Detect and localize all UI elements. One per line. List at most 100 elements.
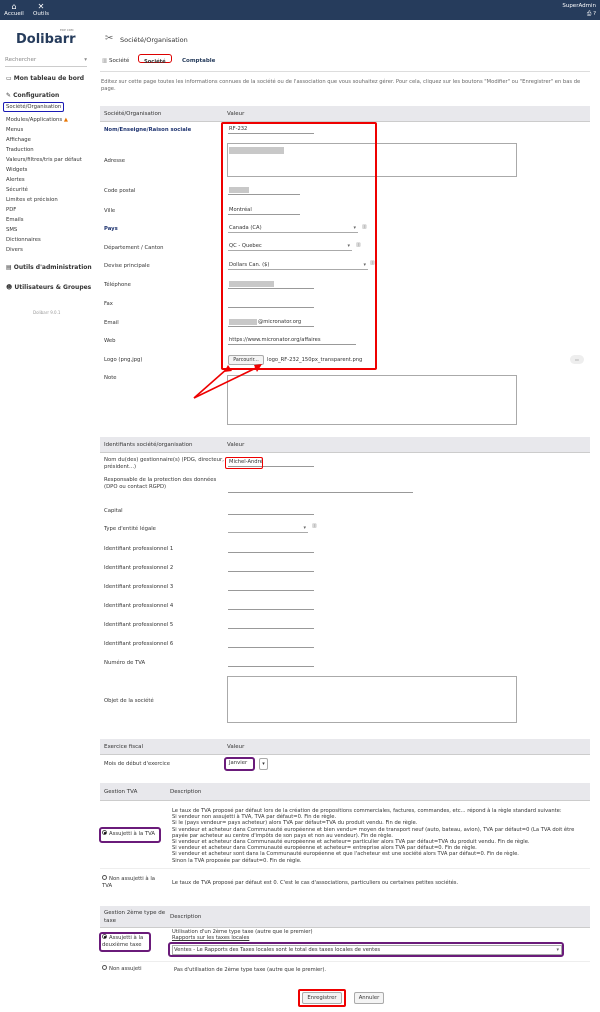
sidebar-item-defaults[interactable]: Valeurs/filtres/tris par défaut bbox=[6, 156, 82, 164]
sidebar-item-widgets[interactable]: Widgets bbox=[6, 166, 27, 174]
address-label: Adresse bbox=[104, 158, 125, 164]
note-label: Note bbox=[104, 375, 117, 381]
sidebar-admin-tools[interactable]: ▤ Outils d'administration bbox=[6, 264, 92, 272]
name-label: Nom/Enseigne/Raison sociale bbox=[104, 127, 192, 133]
vat-table-header: Gestion TVA Description bbox=[100, 783, 590, 801]
warning-icon: ▲ bbox=[63, 117, 68, 123]
object-textarea[interactable] bbox=[227, 676, 517, 723]
annotation-tax2-select-box bbox=[168, 942, 564, 957]
prof-id-2-input[interactable] bbox=[228, 563, 314, 572]
tab-divider bbox=[100, 71, 590, 72]
tax2-subject-desc2: Rapports sur les taxes locales bbox=[172, 935, 250, 941]
help-icon[interactable]: ? bbox=[593, 11, 596, 17]
chevron-down-icon[interactable]: ▾ bbox=[259, 758, 268, 770]
prof-id-6-label: Identifiant professionnel 6 bbox=[104, 641, 174, 647]
fiscal-month-label: Mois de début d'exercice bbox=[104, 761, 170, 767]
vat-number-input[interactable] bbox=[228, 658, 314, 667]
logo: Dolibarr bbox=[16, 32, 76, 47]
sidebar-item-modules[interactable]: Modules/Applications ▲ bbox=[6, 116, 68, 124]
annotation-vat-box bbox=[99, 827, 161, 843]
top-bar: ⌂ Accueil ✕ Outils SuperAdmin ⎙ ? bbox=[0, 0, 600, 20]
sidebar-item-translation[interactable]: Traduction bbox=[6, 146, 34, 154]
sidebar-item-alerts[interactable]: Alertes bbox=[6, 176, 25, 184]
sidebar-item-display[interactable]: Affichage bbox=[6, 136, 31, 144]
search-input[interactable]: Rechercher ▾ bbox=[5, 57, 87, 67]
object-label: Objet de la société bbox=[104, 698, 154, 704]
logo-label: Logo (png,jpg) bbox=[104, 357, 143, 363]
prof-id-6-input[interactable] bbox=[228, 639, 314, 648]
user-name: SuperAdmin bbox=[562, 3, 596, 9]
prof-id-5-label: Identifiant professionnel 5 bbox=[104, 622, 174, 628]
nav-tools[interactable]: ✕ Outils bbox=[29, 2, 53, 19]
note-textarea[interactable] bbox=[227, 375, 517, 425]
currency-label: Devise principale bbox=[104, 263, 150, 269]
tab-company-overview[interactable]: ▥ Société bbox=[102, 58, 129, 64]
prof-id-3-input[interactable] bbox=[228, 582, 314, 591]
zip-label: Code postal bbox=[104, 188, 136, 194]
legal-select[interactable]: ▾ bbox=[228, 524, 308, 533]
sidebar-item-limits[interactable]: Limites et précision bbox=[6, 196, 58, 204]
gdpr-input[interactable] bbox=[228, 484, 413, 493]
monitor-icon: ▭ bbox=[6, 75, 12, 82]
sidebar-item-security[interactable]: Sécurité bbox=[6, 186, 28, 194]
print-icon[interactable]: ⎙ bbox=[587, 11, 591, 17]
annotation-company-box bbox=[221, 122, 377, 370]
vat-not-subject-desc: Le taux de TVA proposé par défaut est 0.… bbox=[172, 880, 459, 886]
prof-id-5-input[interactable] bbox=[228, 620, 314, 629]
phone-label: Téléphone bbox=[104, 282, 131, 288]
logo-subtitle: ERP CRM bbox=[60, 28, 74, 32]
sidebar-item-dictionaries[interactable]: Dictionnaires bbox=[6, 236, 41, 244]
capital-input[interactable] bbox=[228, 506, 314, 515]
sidebar-item-pdf[interactable]: PDF bbox=[6, 206, 16, 214]
annotation-tax2-box bbox=[99, 932, 151, 952]
company-table-header: Société/Organisation Valeur bbox=[100, 106, 590, 122]
manager-label: Nom du(des) gestionnaire(s) (PDG, direct… bbox=[104, 457, 224, 470]
sidebar-item-emails[interactable]: Emails bbox=[6, 216, 23, 224]
row-divider bbox=[100, 961, 590, 962]
page-title: Société/Organisation bbox=[120, 36, 188, 44]
annotation-save-box bbox=[298, 989, 346, 1007]
sidebar-dashboard[interactable]: ▭ Mon tableau de bord bbox=[6, 75, 84, 83]
logo-preview: ▭ bbox=[570, 355, 584, 364]
prof-id-1-input[interactable] bbox=[228, 544, 314, 553]
fiscal-table-header: Exercice fiscal Valeur bbox=[100, 739, 590, 755]
prof-id-1-label: Identifiant professionnel 1 bbox=[104, 546, 174, 552]
sidebar-configuration[interactable]: ✎ Configuration bbox=[6, 92, 59, 100]
prof-id-3-label: Identifiant professionnel 3 bbox=[104, 584, 174, 590]
tab-accounting[interactable]: Comptable bbox=[182, 58, 215, 64]
tax2-not-subject-radio[interactable]: Non assujeti bbox=[102, 965, 142, 973]
prof-id-4-label: Identifiant professionnel 4 bbox=[104, 603, 174, 609]
sidebar-item-sms[interactable]: SMS bbox=[6, 226, 17, 234]
prof-id-2-label: Identifiant professionnel 2 bbox=[104, 565, 174, 571]
tab-company[interactable]: Société bbox=[138, 54, 172, 65]
fax-label: Fax bbox=[104, 301, 113, 307]
web-label: Web bbox=[104, 338, 116, 344]
vat-number-label: Numéro de TVA bbox=[104, 660, 146, 666]
wrench-icon: ✎ bbox=[6, 92, 12, 99]
sidebar-users-groups[interactable]: ☻ Utilisateurs & Groupes bbox=[6, 284, 91, 292]
sidebar-item-company[interactable]: Société/Organisation bbox=[3, 102, 65, 112]
ids-table-header: Identifiants société/organisation Valeur bbox=[100, 437, 590, 453]
annotation-manager-box bbox=[225, 457, 263, 469]
tax2-not-subject-desc: Pas d'utilisation de 2ème type taxe (aut… bbox=[174, 967, 327, 973]
vat-not-subject-radio[interactable]: Non assujetti à la TVA bbox=[102, 875, 162, 890]
tax2-table-header: Gestion 2ème type de taxe Description bbox=[100, 906, 590, 928]
sidebar-item-menus[interactable]: Menus bbox=[6, 126, 23, 134]
row-divider bbox=[100, 868, 590, 869]
email-label: Email bbox=[104, 320, 119, 326]
version-label: Dolibarr 9.0.1 bbox=[33, 310, 61, 315]
state-label: Département / Canton bbox=[104, 245, 164, 251]
sidebar-item-misc[interactable]: Divers bbox=[6, 246, 23, 254]
tools-title-icon: ✂ bbox=[105, 33, 114, 44]
country-label: Pays bbox=[104, 226, 118, 232]
user-menu[interactable]: SuperAdmin ⎙ ? bbox=[562, 2, 596, 18]
prof-id-4-input[interactable] bbox=[228, 601, 314, 610]
annotation-arrows bbox=[193, 364, 262, 399]
vat-subject-desc: Le taux de TVA proposé par défaut lors d… bbox=[172, 808, 575, 864]
users-icon: ☻ bbox=[6, 284, 13, 291]
chart-icon: ▥ bbox=[102, 58, 108, 64]
cancel-button[interactable]: Annuler bbox=[354, 992, 384, 1004]
nav-home[interactable]: ⌂ Accueil bbox=[2, 2, 26, 19]
admin-icon: ▤ bbox=[6, 264, 12, 271]
capital-label: Capital bbox=[104, 508, 123, 514]
